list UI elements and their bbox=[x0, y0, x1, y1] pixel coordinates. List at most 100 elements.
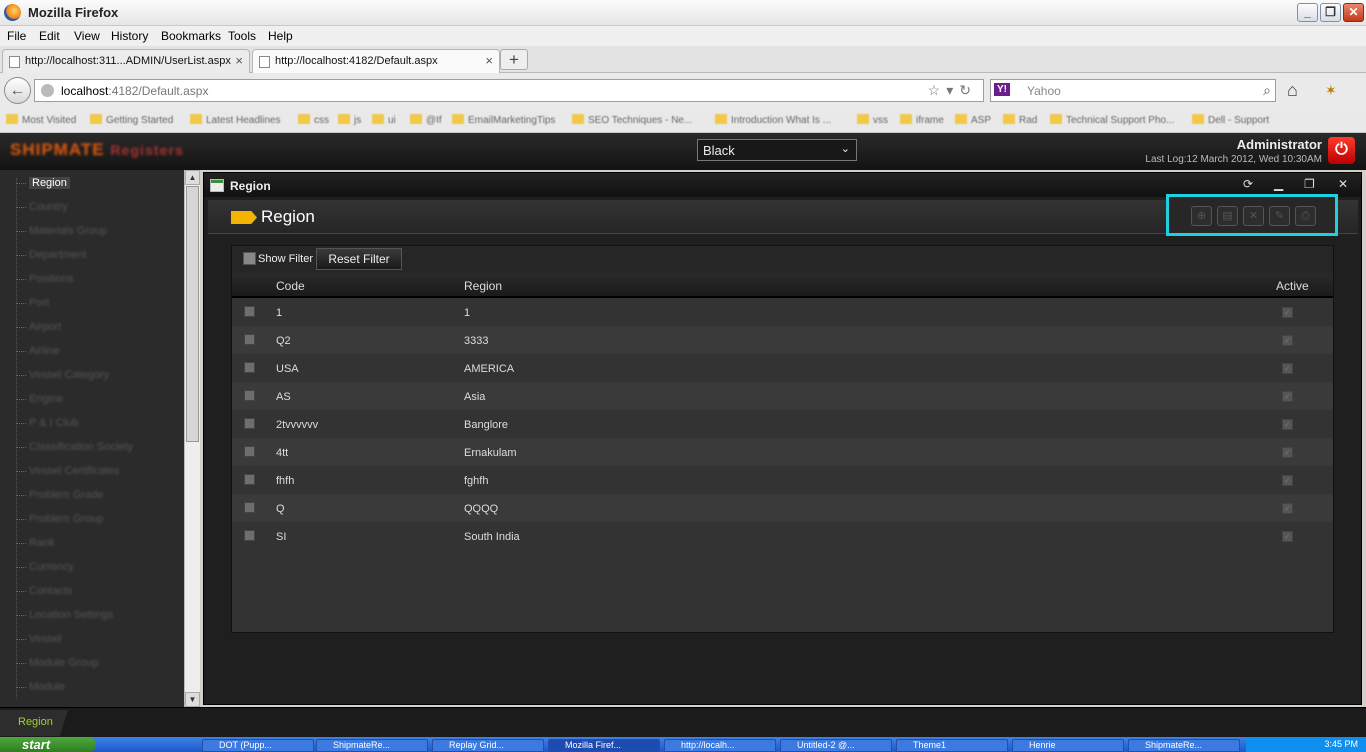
addon-icon[interactable]: ✶ bbox=[1325, 82, 1337, 99]
row-select-checkbox[interactable] bbox=[244, 306, 255, 317]
tab-userlist[interactable]: http://localhost:311...ADMIN/UserList.as… bbox=[2, 49, 250, 73]
bookmark-item[interactable]: ASP bbox=[955, 114, 991, 126]
bookmark-item[interactable]: ui bbox=[372, 114, 396, 126]
taskbar-task[interactable]: ShipmateRe... bbox=[316, 739, 428, 752]
table-row[interactable]: 2tvvvvvv Banglore ✓ bbox=[232, 410, 1333, 438]
close-tab-icon[interactable]: × bbox=[235, 53, 243, 68]
active-checkbox: ✓ bbox=[1282, 447, 1293, 458]
back-button[interactable]: ← bbox=[4, 77, 31, 104]
bookmark-item[interactable]: css bbox=[298, 114, 329, 126]
table-row[interactable]: AS Asia ✓ bbox=[232, 382, 1333, 410]
menu-help[interactable]: Help bbox=[268, 29, 293, 43]
search-icon[interactable]: ⌕ bbox=[1263, 82, 1271, 99]
scroll-down-icon[interactable]: ▼ bbox=[185, 692, 200, 707]
reload-icon[interactable]: ↻ bbox=[959, 82, 977, 98]
show-filter-checkbox[interactable] bbox=[243, 252, 256, 265]
table-row[interactable]: fhfh fghfh ✓ bbox=[232, 466, 1333, 494]
bottom-tab-region[interactable]: Region bbox=[0, 710, 68, 736]
table-row[interactable]: Q QQQQ ✓ bbox=[232, 494, 1333, 522]
url-bar[interactable]: localhost:4182/Default.aspx ☆▾↻ bbox=[34, 79, 984, 102]
bookmark-item[interactable]: Dell - Support bbox=[1192, 114, 1269, 126]
row-select-checkbox[interactable] bbox=[244, 474, 255, 485]
bookmark-item[interactable]: Getting Started bbox=[90, 114, 173, 126]
tab-default[interactable]: http://localhost:4182/Default.aspx × bbox=[252, 49, 500, 73]
sidebar-item-label: Vessel Certificates bbox=[29, 465, 120, 477]
column-header-active[interactable]: Active bbox=[1276, 279, 1309, 293]
row-select-checkbox[interactable] bbox=[244, 390, 255, 401]
maximize-icon[interactable]: ❐ bbox=[1304, 177, 1315, 191]
bookmark-item[interactable]: @If bbox=[410, 114, 442, 126]
taskbar-task[interactable]: DOT (Pupp... bbox=[202, 739, 314, 752]
row-select-checkbox[interactable] bbox=[244, 418, 255, 429]
scroll-up-icon[interactable]: ▲ bbox=[185, 170, 200, 185]
column-header-code[interactable]: Code bbox=[276, 279, 305, 293]
table-row[interactable]: 4tt Ernakulam ✓ bbox=[232, 438, 1333, 466]
bookmark-item[interactable]: Most Visited bbox=[6, 114, 76, 126]
column-header-region[interactable]: Region bbox=[464, 279, 502, 293]
yahoo-icon[interactable]: Y! bbox=[994, 83, 1010, 96]
home-icon[interactable]: ⌂ bbox=[1287, 80, 1298, 101]
window-title: Mozilla Firefox bbox=[28, 5, 119, 20]
bookmark-item[interactable]: Latest Headlines bbox=[190, 114, 281, 126]
minimize-icon[interactable]: ▁ bbox=[1274, 177, 1283, 191]
reset-filter-button[interactable]: Reset Filter bbox=[316, 248, 402, 270]
menu-history[interactable]: History bbox=[111, 29, 148, 43]
edit-icon[interactable]: ✎ bbox=[1269, 206, 1290, 226]
menu-edit[interactable]: Edit bbox=[39, 29, 60, 43]
table-row[interactable]: 1 1 ✓ bbox=[232, 298, 1333, 326]
row-select-checkbox[interactable] bbox=[244, 362, 255, 373]
row-select-checkbox[interactable] bbox=[244, 530, 255, 541]
bookmark-item[interactable]: Rad bbox=[1003, 114, 1037, 126]
row-select-checkbox[interactable] bbox=[244, 334, 255, 345]
logout-power-icon[interactable]: ⏻ bbox=[1328, 137, 1355, 164]
search-input[interactable]: Yahoo bbox=[1027, 84, 1061, 98]
tree-branch-line bbox=[16, 303, 26, 304]
taskbar-task[interactable]: Theme1 bbox=[896, 739, 1008, 752]
sidebar-item-label: Module Group bbox=[29, 657, 99, 669]
table-row[interactable]: Q2 3333 ✓ bbox=[232, 326, 1333, 354]
bookmark-item[interactable]: SEO Techniques - Ne... bbox=[572, 114, 692, 126]
table-row[interactable]: SI South India ✓ bbox=[232, 522, 1333, 550]
menu-tools[interactable]: Tools bbox=[228, 29, 256, 43]
menu-bookmarks[interactable]: Bookmarks bbox=[161, 29, 221, 43]
bookmark-item[interactable]: EmailMarketingTips bbox=[452, 114, 555, 126]
start-button[interactable]: start bbox=[0, 737, 96, 752]
bookmark-item[interactable]: Technical Support Pho... bbox=[1050, 114, 1174, 126]
taskbar-task[interactable]: Replay Grid... bbox=[432, 739, 544, 752]
print-icon[interactable]: ⎙ bbox=[1295, 206, 1316, 226]
bookmark-item[interactable]: iframe bbox=[900, 114, 944, 126]
row-select-checkbox[interactable] bbox=[244, 446, 255, 457]
dropdown-icon[interactable]: ▾ bbox=[946, 82, 959, 98]
chevron-down-icon: ⌄ bbox=[840, 143, 850, 155]
taskbar-task[interactable]: Henrie bbox=[1012, 739, 1124, 752]
theme-select[interactable]: Black ⌄ bbox=[697, 139, 857, 161]
bottom-tab-label: Region bbox=[18, 716, 53, 728]
scroll-thumb[interactable] bbox=[186, 186, 199, 442]
new-record-icon[interactable]: ⊕ bbox=[1191, 206, 1212, 226]
taskbar-task[interactable]: http://localh... bbox=[664, 739, 776, 752]
taskbar-task[interactable]: Untitled-2 @... bbox=[780, 739, 892, 752]
bookmark-item[interactable]: js bbox=[338, 114, 361, 126]
menu-view[interactable]: View bbox=[74, 29, 100, 43]
close-tab-icon[interactable]: × bbox=[485, 53, 493, 68]
row-select-checkbox[interactable] bbox=[244, 502, 255, 513]
bookmark-item[interactable]: Introduction What Is ... bbox=[715, 114, 831, 126]
minimize-button[interactable]: _ bbox=[1297, 3, 1318, 22]
taskbar-task[interactable]: ShipmateRe... bbox=[1128, 739, 1240, 752]
bookmark-item[interactable]: vss bbox=[857, 114, 888, 126]
taskbar-task[interactable]: Mozilla Firef... bbox=[548, 739, 660, 752]
new-tab-button[interactable]: + bbox=[500, 49, 528, 70]
delete-icon[interactable]: ✕ bbox=[1243, 206, 1264, 226]
cell-region: fghfh bbox=[464, 475, 489, 487]
table-row[interactable]: USA AMERICA ✓ bbox=[232, 354, 1333, 382]
refresh-icon[interactable]: ⟳ bbox=[1243, 177, 1253, 191]
close-icon[interactable]: ✕ bbox=[1338, 177, 1348, 191]
close-window-button[interactable]: ✕ bbox=[1343, 3, 1364, 22]
sidebar-scrollbar[interactable]: ▲ ▼ bbox=[184, 170, 200, 707]
star-icon[interactable]: ☆ bbox=[928, 82, 947, 98]
restore-button[interactable]: ❐ bbox=[1320, 3, 1341, 22]
save-icon[interactable]: ▤ bbox=[1217, 206, 1238, 226]
search-bar[interactable]: Y! Yahoo ⌕ bbox=[990, 79, 1276, 102]
page-title: Region bbox=[261, 207, 315, 226]
menu-file[interactable]: File bbox=[7, 29, 26, 43]
